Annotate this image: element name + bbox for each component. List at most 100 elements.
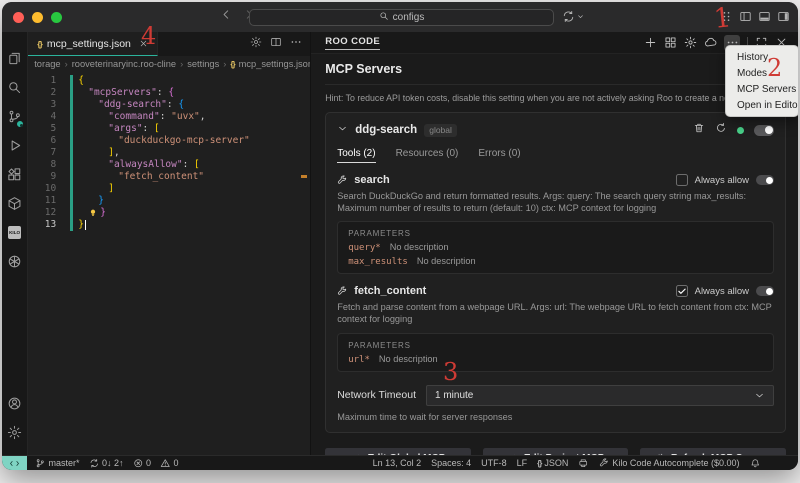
breadcrumb-segment[interactable]: torage xyxy=(34,59,60,69)
restart-server-icon xyxy=(715,122,727,134)
status-item[interactable]: master* xyxy=(35,458,80,469)
add-button[interactable] xyxy=(644,36,657,49)
annotation-1: 1 xyxy=(712,2,732,35)
chevron-down-icon xyxy=(754,390,765,401)
status-item[interactable] xyxy=(578,458,589,469)
back-icon[interactable] xyxy=(220,8,233,26)
back-icon[interactable] xyxy=(220,8,233,21)
text-cursor xyxy=(85,220,86,230)
panel-title: ROO CODE xyxy=(325,36,380,50)
breadcrumb-segment[interactable]: rooveterinaryinc.roo-cline xyxy=(72,59,176,69)
account-icon xyxy=(7,396,22,411)
restart-server-icon[interactable] xyxy=(715,121,727,139)
marketplace-button[interactable] xyxy=(664,36,677,49)
activity-item-run-debug[interactable] xyxy=(2,131,27,160)
status-item[interactable]: 0 xyxy=(133,458,152,469)
zoom-window-button[interactable] xyxy=(51,12,62,23)
layout-sync-icon[interactable] xyxy=(562,10,575,23)
status-item[interactable]: Ln 13, Col 2 xyxy=(373,458,422,468)
activity-item-account[interactable] xyxy=(7,389,22,418)
traffic-lights xyxy=(13,12,62,23)
split-editor-icon xyxy=(270,36,282,48)
server-enabled-toggle[interactable] xyxy=(754,125,774,136)
minimize-window-button[interactable] xyxy=(32,12,43,23)
status-item[interactable]: Spaces: 4 xyxy=(431,458,471,468)
network-timeout-select[interactable]: 1 minute xyxy=(426,385,774,406)
tab-errors[interactable]: Errors (0) xyxy=(478,148,520,163)
close-window-button[interactable] xyxy=(13,12,24,23)
remote-indicator[interactable] xyxy=(2,456,27,471)
command-center-search[interactable]: configs xyxy=(249,9,554,26)
search-value: configs xyxy=(393,12,425,23)
activity-item-source-control[interactable] xyxy=(2,102,27,131)
git-change-bar xyxy=(70,75,73,231)
status-item[interactable]: Kilo Code Autocomplete ($0.00) xyxy=(599,458,740,469)
tool-toggle[interactable] xyxy=(756,286,774,296)
remote-icon xyxy=(9,458,20,469)
search-icon xyxy=(379,11,389,24)
activity-item-explorer[interactable] xyxy=(2,44,27,73)
edit-project-mcp-button[interactable]: Edit Project MCP xyxy=(483,448,629,455)
status-item[interactable]: 0↓ 2↑ xyxy=(89,458,124,469)
cloud-icon xyxy=(704,36,717,49)
annotation-3: 3 xyxy=(443,358,458,386)
toggle-secondary-sidebar-icon xyxy=(777,10,790,23)
activity-item-search[interactable] xyxy=(2,73,27,102)
annotation-2: 2 xyxy=(767,54,782,82)
breadcrumb-segment[interactable]: mcp_settings.json xyxy=(239,59,311,69)
refresh-mcp-servers-button[interactable]: Refresh MCP Servers xyxy=(640,448,786,455)
parameters-box: PARAMETERSquery*No descriptionmax_result… xyxy=(337,221,774,274)
layout-sync-icon[interactable] xyxy=(562,10,585,23)
breadcrumb-segment[interactable]: settings xyxy=(187,59,219,69)
settings-gear-icon xyxy=(684,36,697,49)
edit-global-mcp-button[interactable]: Edit Global MCP xyxy=(325,448,471,455)
tool-toggle[interactable] xyxy=(756,175,774,185)
tool-icon xyxy=(337,286,348,297)
tab-mcp-settings[interactable]: {} mcp_settings.json xyxy=(28,32,158,56)
always-allow-checkbox[interactable] xyxy=(676,174,688,186)
overview-ruler-change-mark xyxy=(301,175,307,178)
tab-tools[interactable]: Tools (2) xyxy=(337,148,375,163)
delete-server-icon[interactable] xyxy=(693,121,705,139)
activity-item-roo-code[interactable] xyxy=(2,247,27,276)
editor-settings-button[interactable] xyxy=(250,35,262,53)
toggle-primary-sidebar-icon xyxy=(739,10,752,23)
menu-item-mcp-servers[interactable]: MCP Servers xyxy=(726,81,798,97)
server-card-ddg-search: ddg-search global Tools (2)Resources (0)… xyxy=(325,112,786,433)
error-icon xyxy=(133,458,144,469)
always-allow-checkbox[interactable] xyxy=(676,285,688,297)
feedback-icon xyxy=(578,458,589,469)
activity-item-kilo-code[interactable]: KILO xyxy=(2,218,27,247)
status-item[interactable]: LF xyxy=(517,458,528,468)
code-editor[interactable]: 1{2"mcpServers": {3"ddg-search": {4"comm… xyxy=(28,72,310,455)
menu-item-modes[interactable]: Modes xyxy=(726,65,798,81)
toggle-primary-sidebar-button[interactable] xyxy=(739,10,752,23)
activity-item-settings[interactable] xyxy=(7,418,22,447)
breadcrumb[interactable]: torage›rooveterinaryinc.roo-cline›settin… xyxy=(28,56,310,72)
parameter-row: url*No description xyxy=(348,354,763,365)
settings-gear-button[interactable] xyxy=(684,36,697,49)
roo-overflow-menu: HistoryModesMCP ServersOpen in Editor xyxy=(725,45,798,117)
menu-item-open-in-editor[interactable]: Open in Editor xyxy=(726,97,798,113)
collapse-chevron-icon[interactable] xyxy=(337,121,348,139)
parameters-box: PARAMETERSurl*No description xyxy=(337,333,774,372)
cloud-button[interactable] xyxy=(704,36,717,49)
more-icon xyxy=(290,36,302,48)
title-bar: configs xyxy=(2,2,798,32)
tab-resources[interactable]: Resources (0) xyxy=(396,148,459,163)
activity-item-extensions[interactable] xyxy=(2,160,27,189)
status-item[interactable]: {}JSON xyxy=(537,458,568,468)
activity-item-containers[interactable] xyxy=(2,189,27,218)
network-timeout-label: Network Timeout xyxy=(337,389,416,401)
split-editor-button[interactable] xyxy=(270,35,282,53)
status-item[interactable]: 0 xyxy=(160,458,179,469)
more-actions-button[interactable] xyxy=(290,35,302,53)
status-item[interactable] xyxy=(750,458,761,469)
warning-icon xyxy=(160,458,171,469)
status-item[interactable]: UTF-8 xyxy=(481,458,507,468)
toggle-secondary-sidebar-button[interactable] xyxy=(777,10,790,23)
network-timeout-caption: Maximum time to wait for server response… xyxy=(337,412,774,422)
toggle-panel-button[interactable] xyxy=(758,10,771,23)
lightbulb-icon[interactable] xyxy=(88,208,98,218)
menu-item-history[interactable]: History xyxy=(726,49,798,65)
